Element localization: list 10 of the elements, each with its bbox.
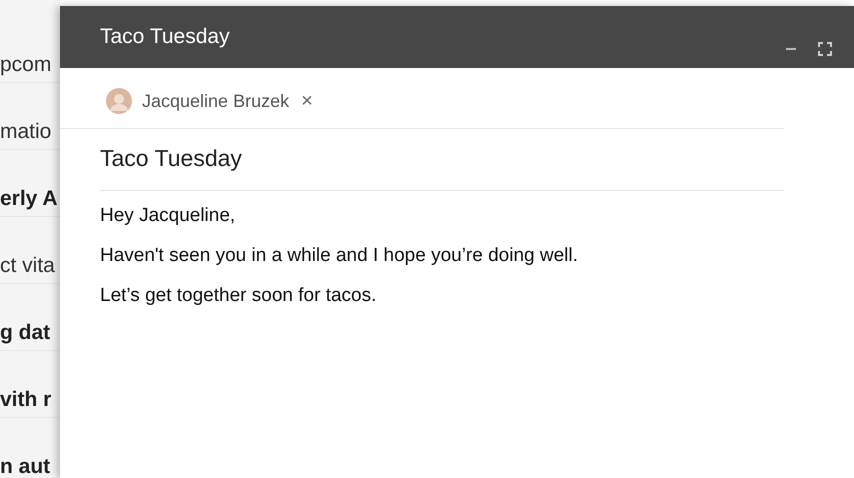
fullscreen-icon[interactable]	[818, 42, 832, 56]
body-paragraph: Haven't seen you in a while and I hope you’re doing well.	[100, 245, 579, 267]
subject-field[interactable]: Taco Tuesday	[100, 129, 784, 191]
avatar-icon	[106, 88, 132, 114]
body-paragraph: Hey Jacqueline,	[100, 205, 236, 227]
body-paragraph: Let’s get together soon for tacos.	[100, 285, 378, 307]
minimize-icon[interactable]	[786, 48, 796, 50]
compose-title: Taco Tuesday	[100, 25, 230, 49]
recipient-name: Jacqueline Bruzek	[142, 90, 290, 112]
remove-recipient-button[interactable]: ×	[299, 90, 315, 112]
